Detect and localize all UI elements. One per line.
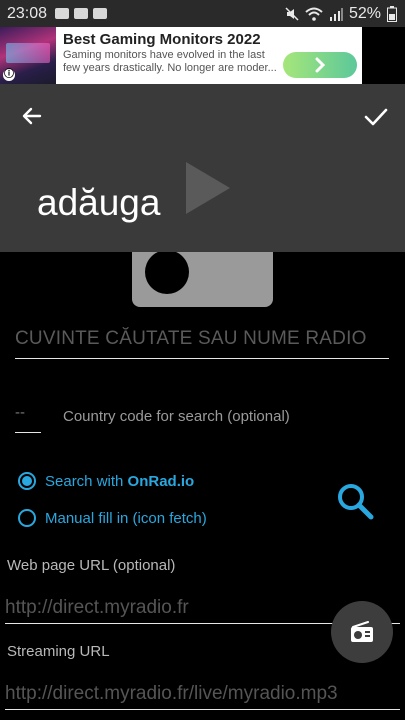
app-bar: adăuga: [0, 84, 405, 252]
wifi-icon: [305, 7, 323, 21]
chevron-right-icon: [315, 57, 326, 73]
search-input[interactable]: CUVINTE CĂUTATE SAU NUME RADIO: [15, 328, 389, 359]
speaker-graphic: [145, 252, 189, 294]
ad-cta-button[interactable]: [283, 52, 357, 78]
folder-icon: [93, 8, 108, 19]
radio-fab-button[interactable]: [331, 601, 393, 663]
check-icon[interactable]: [363, 104, 389, 130]
ad-image[interactable]: ⓘ: [0, 27, 56, 84]
radio-icon: [351, 621, 373, 642]
radio-notification-icon: [74, 8, 89, 19]
battery-text: 52%: [348, 4, 381, 22]
image-icon: [55, 8, 70, 19]
stream-url-label: Streaming URL: [7, 643, 110, 660]
radio-button-selected[interactable]: [18, 472, 36, 490]
onradio-brand: OnRad.io: [127, 472, 195, 490]
option-manual-label: Manual fill in (icon fetch): [45, 509, 207, 527]
status-time: 23:08: [7, 4, 48, 22]
option-search-label: Search with OnRad.io: [45, 472, 195, 490]
signal-icon: [329, 7, 343, 21]
country-code-label: Country code for search (optional): [63, 408, 290, 425]
info-icon[interactable]: ⓘ: [3, 69, 15, 81]
mute-icon: [285, 6, 299, 21]
page-title: adăuga: [37, 182, 161, 223]
ad-text[interactable]: Gaming monitors have evolved in the last…: [63, 49, 281, 75]
play-icon[interactable]: [184, 160, 232, 216]
radio-logo-image[interactable]: [132, 252, 273, 307]
option-search-onradio[interactable]: Search with OnRad.io: [18, 472, 194, 490]
option-manual-fill[interactable]: Manual fill in (icon fetch): [18, 509, 207, 527]
radio-button-unselected[interactable]: [18, 509, 36, 527]
search-icon[interactable]: [336, 482, 374, 520]
web-url-label: Web page URL (optional): [7, 557, 176, 574]
arrow-left-icon[interactable]: [20, 104, 44, 128]
stream-url-input[interactable]: http://direct.myradio.fr/live/myradio.mp…: [5, 683, 400, 710]
battery-icon: [387, 5, 397, 22]
status-bar: 23:08 52%: [0, 0, 405, 27]
ad-banner[interactable]: ⓘ Best Gaming Monitors 2022 Gaming monit…: [0, 27, 362, 84]
country-code-input[interactable]: --: [15, 404, 41, 433]
ad-title[interactable]: Best Gaming Monitors 2022: [63, 31, 261, 48]
